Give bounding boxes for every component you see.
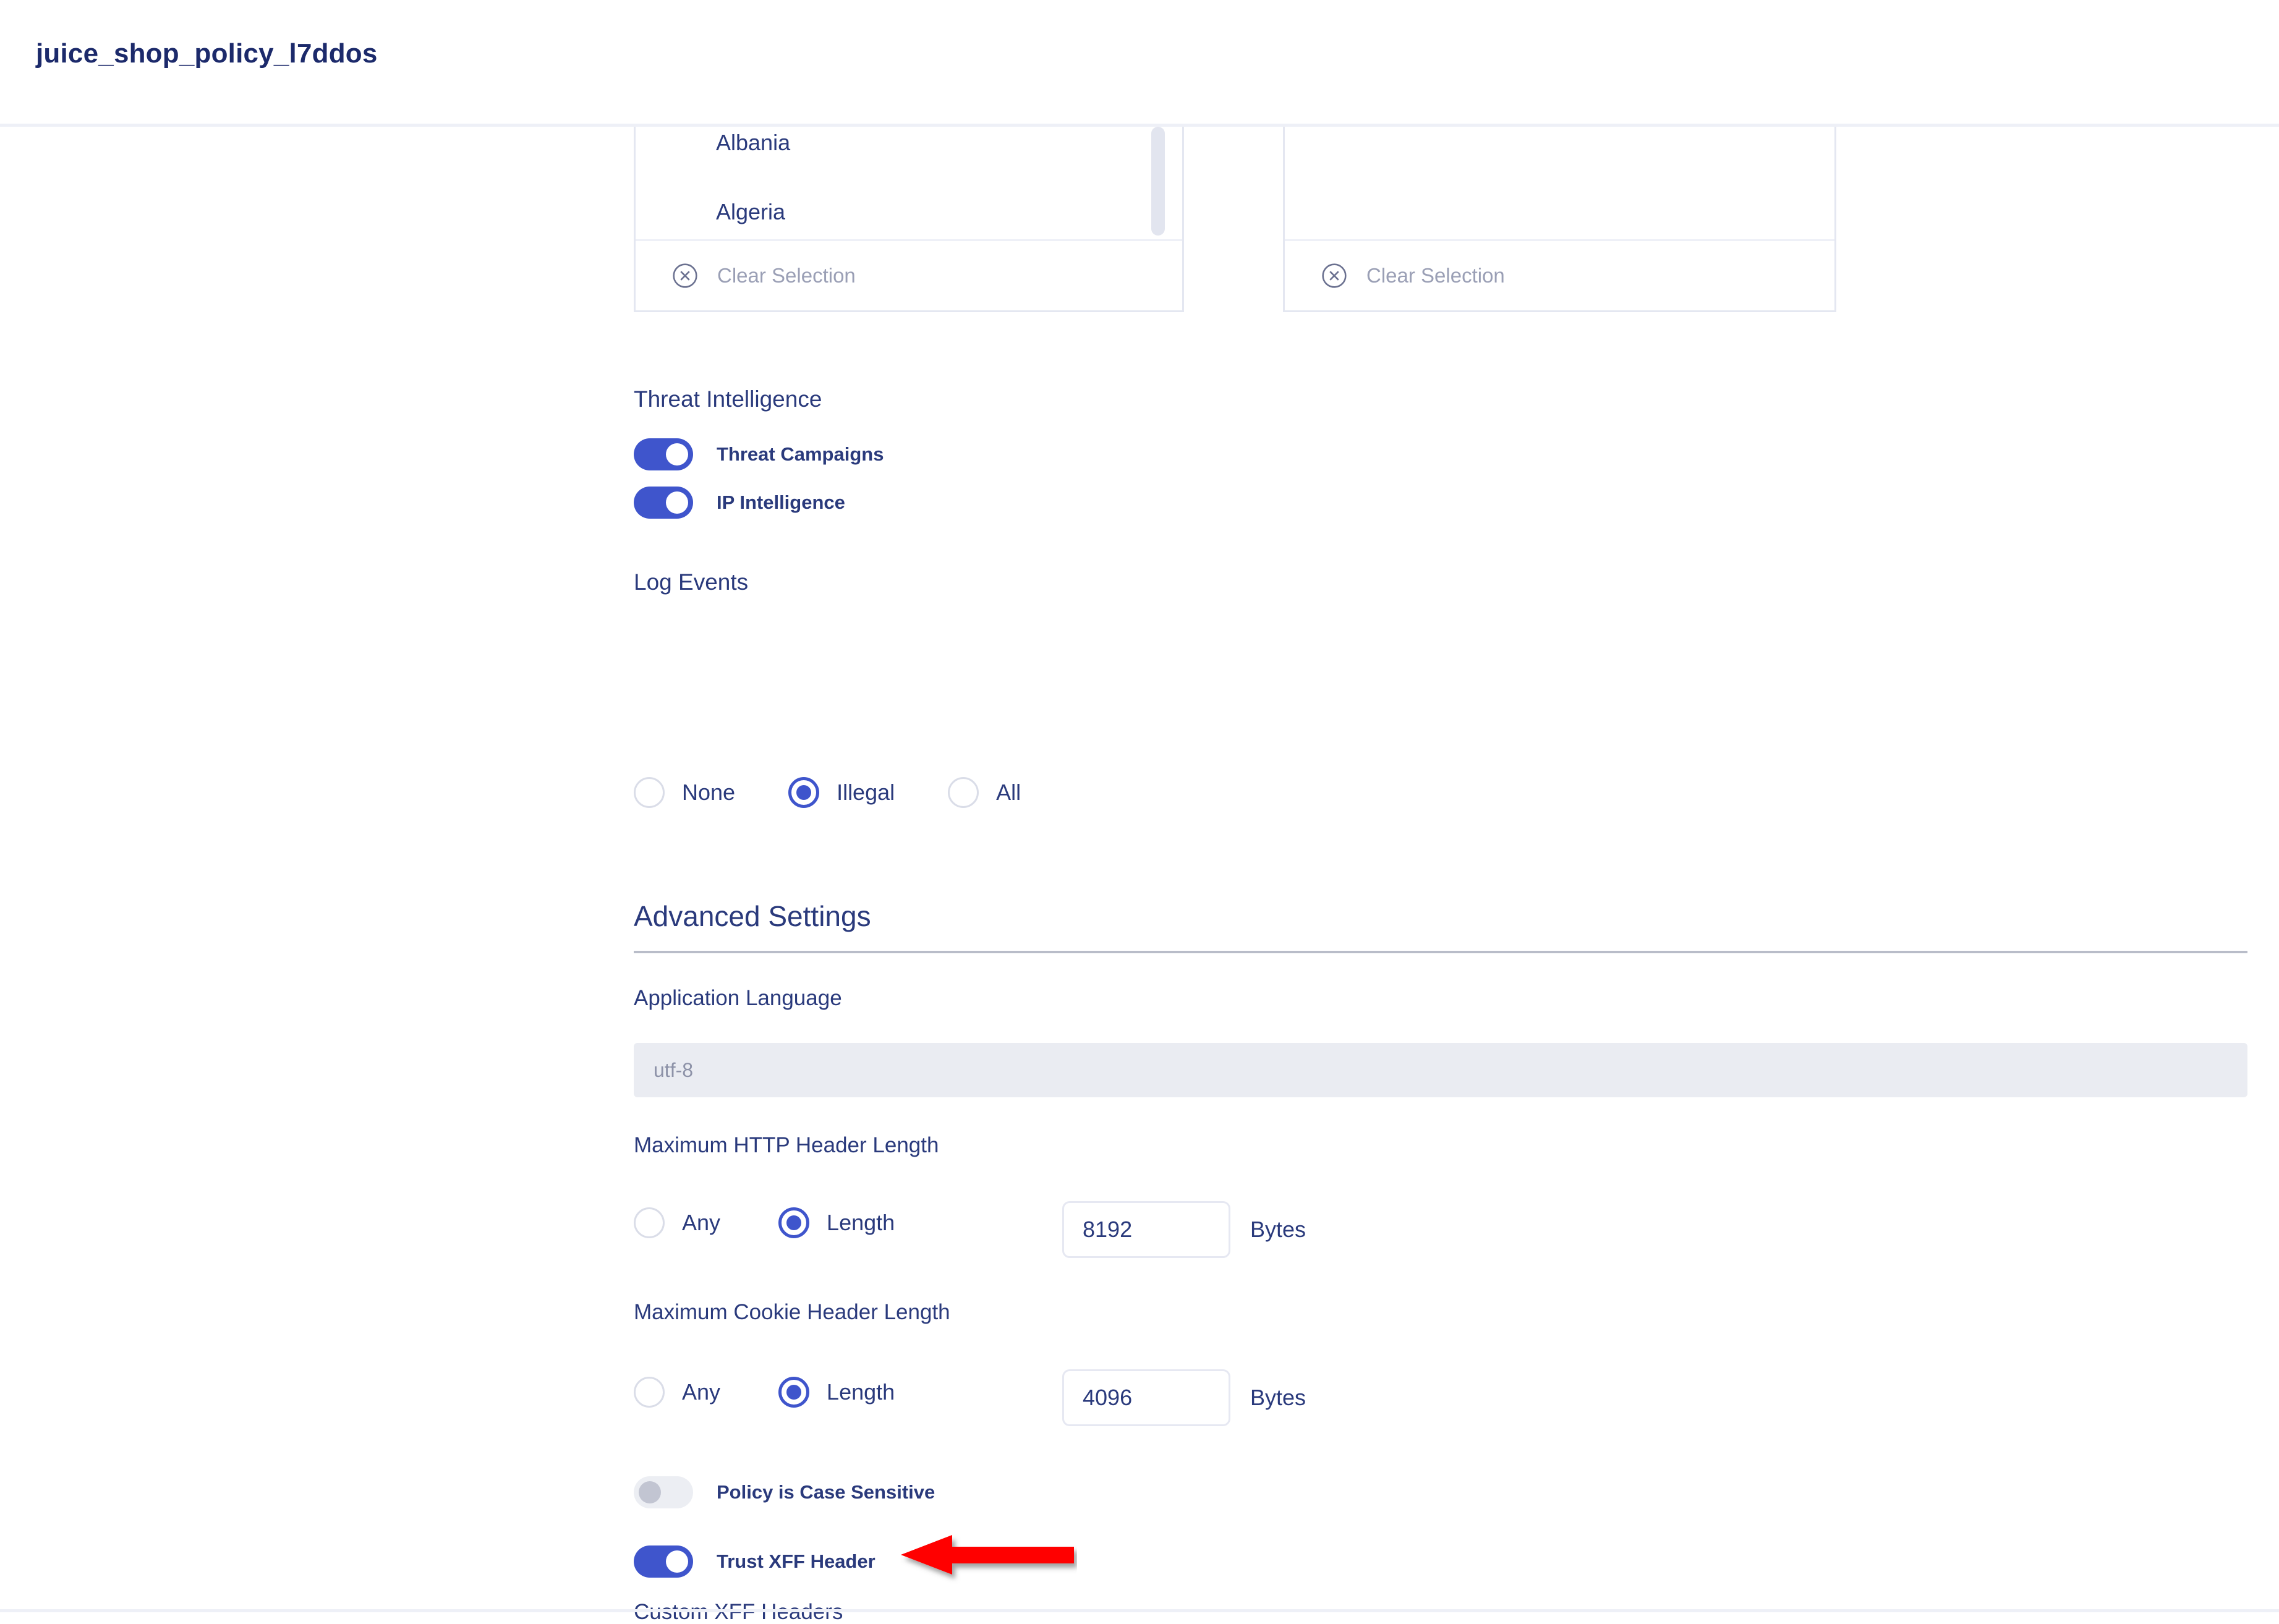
log-events-radio-group[interactable]: None Illegal All xyxy=(634,777,1021,808)
radio-circle-selected[interactable] xyxy=(778,1207,810,1238)
max-cookie-header-option-length[interactable]: Length xyxy=(778,1377,895,1408)
log-events-none-label: None xyxy=(682,780,736,805)
max-http-header-length-label-opt: Length xyxy=(827,1210,895,1235)
clear-circle-x-icon xyxy=(1322,263,1347,288)
max-cookie-header-any-label: Any xyxy=(682,1379,721,1405)
log-events-illegal-label: Illegal xyxy=(837,780,895,805)
log-events-all-label: All xyxy=(996,780,1021,805)
radio-circle[interactable] xyxy=(634,777,665,808)
log-events-heading: Log Events xyxy=(634,569,749,595)
scrollbar-thumb[interactable] xyxy=(1151,127,1165,236)
max-cookie-header-length-input[interactable]: 4096 xyxy=(1062,1369,1230,1426)
clear-selection-label: Clear Selection xyxy=(717,264,856,287)
advanced-settings-rule xyxy=(634,951,2247,953)
threat-intelligence-heading: Threat Intelligence xyxy=(634,386,822,412)
page-title: juice_shop_policy_l7ddos xyxy=(36,38,378,69)
radio-circle[interactable] xyxy=(948,777,979,808)
max-cookie-header-length-label-opt: Length xyxy=(827,1379,895,1405)
country-list-right[interactable]: Clear Selection xyxy=(1283,127,1836,312)
max-http-header-length-unit: Bytes xyxy=(1250,1217,1306,1242)
max-cookie-header-length-label: Maximum Cookie Header Length xyxy=(634,1300,950,1324)
ip-intelligence-toggle[interactable] xyxy=(634,487,693,519)
country-list-right-options[interactable] xyxy=(1285,127,1834,239)
max-cookie-header-mode-group[interactable]: Any Length xyxy=(634,1377,895,1408)
application-language-input: utf-8 xyxy=(634,1043,2247,1097)
trust-xff-header-label: Trust XFF Header xyxy=(717,1550,875,1572)
policy-case-sensitive-label: Policy is Case Sensitive xyxy=(717,1481,935,1503)
threat-campaigns-label: Threat Campaigns xyxy=(717,443,884,465)
radio-circle[interactable] xyxy=(634,1377,665,1408)
toggle-row-ip-intelligence[interactable]: IP Intelligence xyxy=(634,487,845,519)
clear-selection-right-button[interactable]: Clear Selection xyxy=(1285,241,1834,310)
list-item[interactable]: Algeria xyxy=(716,199,785,225)
toggle-row-case-sensitive[interactable]: Policy is Case Sensitive xyxy=(634,1476,935,1508)
clear-circle-x-icon xyxy=(673,263,697,288)
log-events-option-illegal[interactable]: Illegal xyxy=(788,777,895,808)
advanced-settings-heading: Advanced Settings xyxy=(634,900,871,932)
toggle-knob xyxy=(639,1481,661,1503)
clear-selection-left-button[interactable]: Clear Selection xyxy=(636,241,1182,310)
ip-intelligence-label: IP Intelligence xyxy=(717,491,845,513)
max-cookie-header-option-any[interactable]: Any xyxy=(634,1377,720,1408)
country-list-left-options[interactable]: Albania Algeria xyxy=(636,127,1182,239)
toggle-knob xyxy=(666,491,688,514)
log-events-option-none[interactable]: None xyxy=(634,777,735,808)
radio-circle[interactable] xyxy=(634,1207,665,1238)
log-events-option-all[interactable]: All xyxy=(948,777,1021,808)
bottom-divider xyxy=(0,1609,2279,1612)
scrollbar-track[interactable] xyxy=(1151,127,1174,239)
country-list-left[interactable]: Albania Algeria Clear Selection xyxy=(634,127,1184,312)
content-area: Albania Algeria Clear Selection Clear Se… xyxy=(0,127,2279,1624)
clear-selection-label: Clear Selection xyxy=(1366,264,1505,287)
threat-campaigns-toggle[interactable] xyxy=(634,438,693,470)
trust-xff-header-toggle[interactable] xyxy=(634,1545,693,1578)
max-http-header-length-input[interactable]: 8192 xyxy=(1062,1201,1230,1258)
max-cookie-header-length-unit: Bytes xyxy=(1250,1385,1306,1410)
toggle-row-trust-xff[interactable]: Trust XFF Header xyxy=(634,1545,875,1578)
max-http-header-length-label: Maximum HTTP Header Length xyxy=(634,1133,939,1157)
policy-case-sensitive-toggle[interactable] xyxy=(634,1476,693,1508)
toggle-knob xyxy=(666,1550,688,1573)
policy-settings-page: juice_shop_policy_l7ddos Albania Algeria… xyxy=(0,0,2279,1624)
list-item[interactable]: Albania xyxy=(716,130,790,156)
toggle-row-threat-campaigns[interactable]: Threat Campaigns xyxy=(634,438,884,470)
application-language-label: Application Language xyxy=(634,986,842,1010)
max-http-header-mode-group[interactable]: Any Length xyxy=(634,1207,895,1238)
max-http-header-any-label: Any xyxy=(682,1210,721,1235)
max-http-header-option-length[interactable]: Length xyxy=(778,1207,895,1238)
max-http-header-option-any[interactable]: Any xyxy=(634,1207,720,1238)
toggle-knob xyxy=(666,443,688,466)
page-header: juice_shop_policy_l7ddos xyxy=(0,0,2279,127)
annotation-arrow-icon xyxy=(901,1535,1074,1575)
radio-circle-selected[interactable] xyxy=(788,777,820,808)
radio-circle-selected[interactable] xyxy=(778,1377,810,1408)
